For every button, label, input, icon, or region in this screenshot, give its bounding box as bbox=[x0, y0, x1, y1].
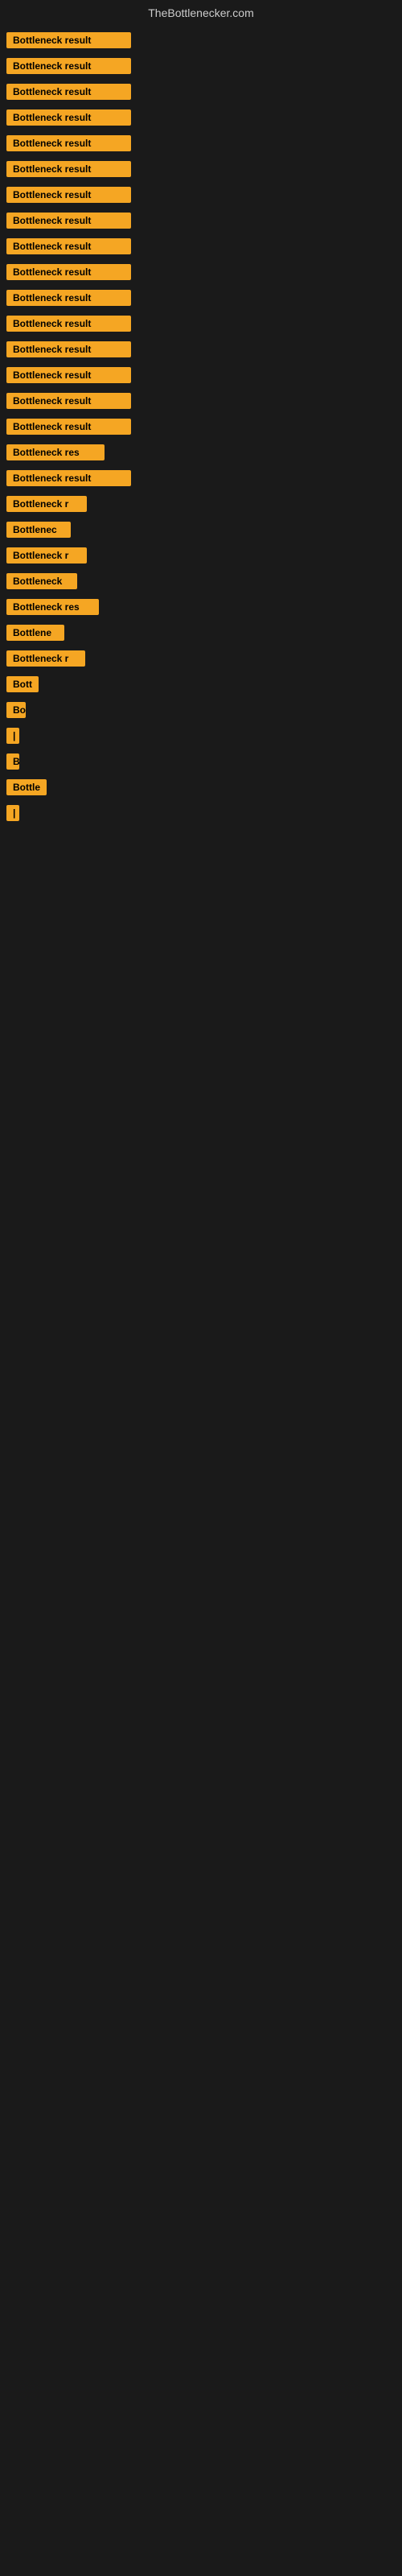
bottleneck-result-label: Bottleneck result bbox=[6, 238, 131, 254]
bottleneck-result-label: Bott bbox=[6, 676, 39, 692]
bottleneck-result-label: Bottleneck res bbox=[6, 599, 99, 615]
list-item: Bottleneck result bbox=[0, 208, 402, 233]
list-item: Bott bbox=[0, 671, 402, 697]
bottleneck-result-label: Bottleneck r bbox=[6, 496, 87, 512]
bottleneck-result-label: Bottleneck result bbox=[6, 316, 131, 332]
bottleneck-result-label: Bottlene bbox=[6, 625, 64, 641]
list-item: Bottlene bbox=[0, 620, 402, 646]
list-item: | bbox=[0, 800, 402, 826]
empty-row bbox=[0, 884, 402, 898]
list-item: Bottleneck result bbox=[0, 285, 402, 311]
list-item: Bottleneck result bbox=[0, 336, 402, 362]
list-item: Bottleneck bbox=[0, 568, 402, 594]
bottleneck-result-label: Bottleneck result bbox=[6, 393, 131, 409]
list-item: Bottleneck result bbox=[0, 53, 402, 79]
list-item: Bottleneck result bbox=[0, 233, 402, 259]
list-item: Bo bbox=[0, 697, 402, 723]
bottleneck-result-label: Bottleneck r bbox=[6, 650, 85, 667]
list-item: Bottleneck result bbox=[0, 362, 402, 388]
bottleneck-result-label: Bottleneck r bbox=[6, 547, 87, 564]
header: TheBottlenecker.com bbox=[0, 0, 402, 27]
rows-container: Bottleneck result Bottleneck result Bottle… bbox=[0, 27, 402, 942]
list-item: Bottleneck result bbox=[0, 182, 402, 208]
bottleneck-result-label: Bottleneck bbox=[6, 573, 77, 589]
bottleneck-result-label: Bottleneck result bbox=[6, 213, 131, 229]
bottleneck-result-label: Bottleneck result bbox=[6, 109, 131, 126]
empty-row bbox=[0, 913, 402, 927]
list-item: Bottleneck result bbox=[0, 388, 402, 414]
bottleneck-result-label: Bottleneck result bbox=[6, 264, 131, 280]
list-item: Bottleneck result bbox=[0, 79, 402, 105]
empty-row bbox=[0, 855, 402, 869]
bottleneck-result-label: Bottleneck result bbox=[6, 367, 131, 383]
list-item: Bottleneck result bbox=[0, 465, 402, 491]
empty-row bbox=[0, 869, 402, 884]
bottleneck-result-label: B bbox=[6, 753, 19, 770]
bottleneck-result-label: Bottleneck res bbox=[6, 444, 105, 460]
list-item: Bottleneck res bbox=[0, 440, 402, 465]
bottleneck-result-label: Bottleneck result bbox=[6, 290, 131, 306]
list-item: Bottleneck r bbox=[0, 646, 402, 671]
empty-row bbox=[0, 898, 402, 913]
bottleneck-result-label: Bottleneck result bbox=[6, 161, 131, 177]
bottleneck-result-label: Bottleneck result bbox=[6, 470, 131, 486]
bottleneck-result-label: Bottlenec bbox=[6, 522, 71, 538]
list-item: Bottle bbox=[0, 774, 402, 800]
bottleneck-result-label: Bottleneck result bbox=[6, 187, 131, 203]
bottleneck-result-label: Bottleneck result bbox=[6, 419, 131, 435]
list-item: Bottleneck r bbox=[0, 491, 402, 517]
bottleneck-result-label: Bottleneck result bbox=[6, 58, 131, 74]
list-item: Bottleneck result bbox=[0, 414, 402, 440]
bottleneck-result-label: | bbox=[6, 728, 19, 744]
list-item: | bbox=[0, 723, 402, 749]
empty-row bbox=[0, 927, 402, 942]
bottleneck-result-label: | bbox=[6, 805, 19, 821]
bottleneck-result-label: Bottleneck result bbox=[6, 341, 131, 357]
bottleneck-result-label: Bottleneck result bbox=[6, 84, 131, 100]
list-item: Bottleneck result bbox=[0, 156, 402, 182]
empty-row bbox=[0, 826, 402, 840]
empty-row bbox=[0, 840, 402, 855]
list-item: B bbox=[0, 749, 402, 774]
bottleneck-result-label: Bottle bbox=[6, 779, 47, 795]
site-title: TheBottlenecker.com bbox=[148, 6, 254, 19]
list-item: Bottleneck result bbox=[0, 130, 402, 156]
list-item: Bottlenec bbox=[0, 517, 402, 543]
list-item: Bottleneck result bbox=[0, 259, 402, 285]
bottleneck-result-label: Bo bbox=[6, 702, 26, 718]
bottleneck-result-label: Bottleneck result bbox=[6, 135, 131, 151]
list-item: Bottleneck r bbox=[0, 543, 402, 568]
list-item: Bottleneck result bbox=[0, 105, 402, 130]
list-item: Bottleneck result bbox=[0, 27, 402, 53]
bottleneck-result-label: Bottleneck result bbox=[6, 32, 131, 48]
list-item: Bottleneck res bbox=[0, 594, 402, 620]
list-item: Bottleneck result bbox=[0, 311, 402, 336]
